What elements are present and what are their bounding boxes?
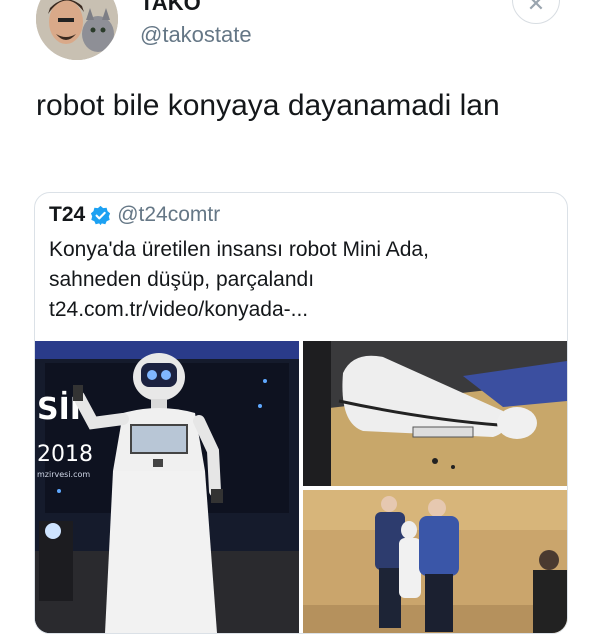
user-handle[interactable]: @takostate bbox=[140, 22, 252, 48]
media-image-fallen-robot[interactable] bbox=[303, 341, 567, 486]
quoted-tweet-text: Konya'da üretilen insansı robot Mini Ada… bbox=[49, 235, 549, 325]
quoted-handle: @t24comtr bbox=[117, 203, 221, 226]
verified-badge-icon bbox=[91, 205, 111, 225]
media-image-people-with-robot[interactable] bbox=[303, 490, 567, 633]
avatar-photo bbox=[36, 0, 118, 60]
avatar[interactable] bbox=[36, 0, 118, 60]
close-button[interactable]: ✕ bbox=[512, 0, 560, 24]
close-icon: ✕ bbox=[526, 0, 546, 16]
quoted-tweet-header: T24 @t24comtr bbox=[49, 203, 220, 227]
stage-banner-year: 2018 bbox=[37, 442, 93, 467]
quoted-link[interactable]: t24.com.tr/video/konyada-... bbox=[49, 295, 549, 325]
quoted-text-line: Konya'da üretilen insansı robot Mini Ada… bbox=[49, 238, 429, 261]
display-name[interactable]: TAKO bbox=[140, 0, 201, 16]
quoted-display-name: T24 bbox=[49, 203, 86, 226]
tweet-text: robot bile konyaya dayanamadi lan bbox=[36, 89, 500, 122]
quoted-tweet-card[interactable]: T24 @t24comtr Konya'da üretilen insansı … bbox=[34, 192, 568, 634]
stage-banner-url: mzirvesi.com bbox=[37, 470, 90, 479]
media-image-robot-stage[interactable]: SİI 2018 mzirvesi.com bbox=[35, 341, 299, 633]
quoted-text-line: sahneden düşüp, parçalandı bbox=[49, 268, 315, 291]
media-grid: SİI 2018 mzirvesi.com bbox=[35, 341, 567, 633]
